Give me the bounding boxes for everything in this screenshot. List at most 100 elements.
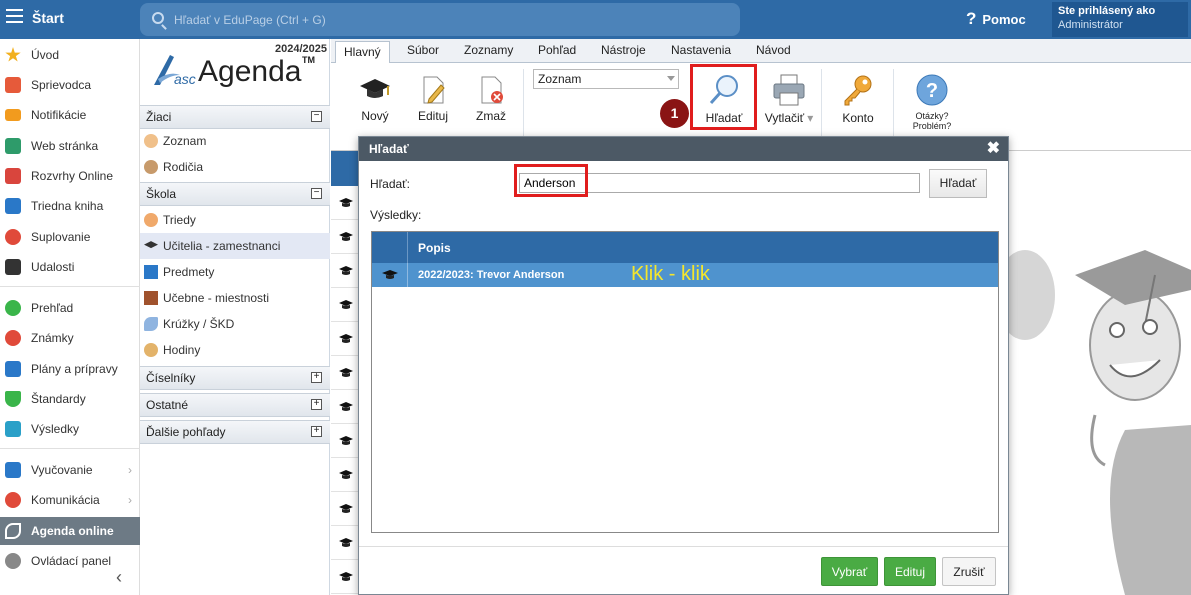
nav-agenda-online[interactable]: Agenda online: [0, 517, 140, 545]
list-row[interactable]: [331, 390, 360, 424]
list-row[interactable]: [331, 458, 360, 492]
list-row[interactable]: [331, 356, 360, 390]
item-triedy[interactable]: Triedy: [140, 207, 330, 233]
item-ucebne[interactable]: Učebne - miestnosti: [140, 285, 330, 311]
global-search-input[interactable]: [174, 11, 714, 29]
close-icon[interactable]: ✖: [987, 138, 1000, 158]
nav-label: Suplovanie: [31, 230, 91, 244]
nav-znamky[interactable]: Známky: [0, 324, 140, 352]
print-button[interactable]: Vytlačiť ▾: [759, 73, 819, 125]
item-label: Predmety: [163, 265, 215, 279]
dialog-edit-button[interactable]: Edituj: [884, 557, 936, 586]
item-predmety[interactable]: Predmety: [140, 259, 330, 285]
nav-divider: [0, 286, 140, 287]
printer-icon: [773, 74, 805, 106]
graduation-cap-icon: [339, 334, 353, 343]
tab-navod[interactable]: Návod: [756, 43, 791, 57]
tab-hlavny[interactable]: Hlavný: [335, 41, 390, 64]
delete-document-icon: [481, 76, 503, 104]
tab-subor[interactable]: Súbor: [407, 43, 439, 57]
nav-label: Prehľad: [31, 301, 74, 315]
edit-button[interactable]: Edituj: [413, 75, 453, 123]
nav-rozvrhy[interactable]: Rozvrhy Online: [0, 162, 140, 190]
item-rodicia[interactable]: Rodičia: [140, 154, 330, 180]
expand-icon[interactable]: +: [311, 426, 322, 437]
user-menu[interactable]: Ste prihlásený ako Administrátor: [1052, 2, 1188, 37]
start-label[interactable]: Štart: [32, 10, 64, 26]
collapse-icon[interactable]: −: [311, 188, 322, 199]
house-icon: [5, 138, 21, 154]
print-dropdown-icon[interactable]: ▾: [807, 111, 813, 125]
results-label: Výsledky:: [370, 208, 422, 222]
nav-web[interactable]: Web stránka: [0, 132, 140, 160]
nav-prehlad[interactable]: Prehľad: [0, 294, 140, 322]
icon-column-header: [372, 232, 408, 263]
column-header-popis[interactable]: Popis: [418, 241, 451, 255]
list-row[interactable]: [331, 220, 360, 254]
list-row[interactable]: [331, 186, 360, 220]
help-button[interactable]: ? Pomoc: [966, 9, 1026, 29]
delete-button[interactable]: Zmaž: [469, 75, 513, 123]
nav-triedna-kniha[interactable]: Triedna kniha: [0, 192, 140, 220]
graduation-cap-icon: [339, 368, 353, 377]
list-row[interactable]: [331, 526, 360, 560]
graduation-cap-icon: [339, 402, 353, 411]
nav-komunikacia[interactable]: Komunikácia ›: [0, 486, 140, 514]
list-row[interactable]: [331, 424, 360, 458]
calendar-icon: [5, 259, 21, 275]
nav-vysledky[interactable]: Výsledky: [0, 415, 140, 443]
user-status: Ste prihlásený ako: [1058, 5, 1156, 17]
view-select-value: Zoznam: [538, 72, 582, 86]
grid-icon: [5, 168, 21, 184]
item-zoznam[interactable]: Zoznam: [140, 128, 330, 154]
tab-zoznamy[interactable]: Zoznamy: [464, 43, 513, 57]
menu-icon[interactable]: [6, 9, 23, 25]
annotation-double-click: Klik - klik: [631, 263, 710, 285]
item-kruzky[interactable]: Krúžky / ŠKD: [140, 311, 330, 337]
view-select[interactable]: Zoznam: [533, 69, 679, 89]
item-hodiny[interactable]: Hodiny: [140, 337, 330, 363]
global-search[interactable]: [140, 3, 740, 36]
nav-udalosti[interactable]: Udalosti: [0, 253, 140, 281]
list-row[interactable]: [331, 288, 360, 322]
expand-icon[interactable]: +: [311, 372, 322, 383]
section-dalsie[interactable]: Ďalšie pohľady +: [140, 420, 330, 444]
section-ciselniky[interactable]: Číselníky +: [140, 366, 330, 390]
collapse-sidebar-icon[interactable]: ‹: [116, 567, 122, 588]
list-row[interactable]: [331, 254, 360, 288]
section-ostatne[interactable]: Ostatné +: [140, 393, 330, 417]
nav-vyucovanie[interactable]: Vyučovanie ›: [0, 456, 140, 484]
nav-plany[interactable]: Plány a prípravy: [0, 355, 140, 383]
help-question-button[interactable]: ? Otázky? Problém?: [903, 73, 961, 131]
account-button[interactable]: Konto: [831, 73, 885, 125]
section-skola[interactable]: Škola −: [140, 182, 330, 206]
list-row[interactable]: [331, 560, 360, 594]
tab-nastavenia[interactable]: Nastavenia: [671, 43, 731, 57]
nav-sprievodca[interactable]: Sprievodca: [0, 71, 140, 99]
collapse-icon[interactable]: −: [311, 111, 322, 122]
person-icon: [5, 229, 21, 245]
new-button[interactable]: Nový: [353, 75, 397, 123]
select-button[interactable]: Vybrať: [821, 557, 878, 586]
nav-standardy[interactable]: Štandardy: [0, 385, 140, 413]
graduation-cap-icon: [360, 79, 390, 98]
nav-suplovanie[interactable]: Suplovanie: [0, 223, 140, 251]
dialog-search-button[interactable]: Hľadať: [929, 169, 987, 198]
ribbon-divider: [523, 69, 524, 137]
logo-name: Agenda: [198, 55, 302, 88]
nav-uvod[interactable]: Úvod: [0, 41, 140, 69]
graduation-cap-icon: [339, 504, 353, 513]
list-row[interactable]: [331, 492, 360, 526]
nav-notifikacie[interactable]: Notifikácie: [0, 101, 140, 129]
cancel-button[interactable]: Zrušiť: [942, 557, 996, 586]
question-circle-icon: ?: [916, 74, 948, 106]
list-row[interactable]: [331, 322, 360, 356]
tab-nastroje[interactable]: Nástroje: [601, 43, 646, 57]
item-ucitelia[interactable]: Učitelia - zamestnanci: [140, 233, 330, 259]
section-ziaci[interactable]: Žiaci −: [140, 105, 330, 129]
mascot-illustration: [1005, 250, 1191, 595]
tab-pohlad[interactable]: Pohľad: [538, 43, 576, 57]
search-field-label: Hľadať:: [370, 177, 411, 191]
graduation-cap-icon: [339, 436, 353, 445]
expand-icon[interactable]: +: [311, 399, 322, 410]
